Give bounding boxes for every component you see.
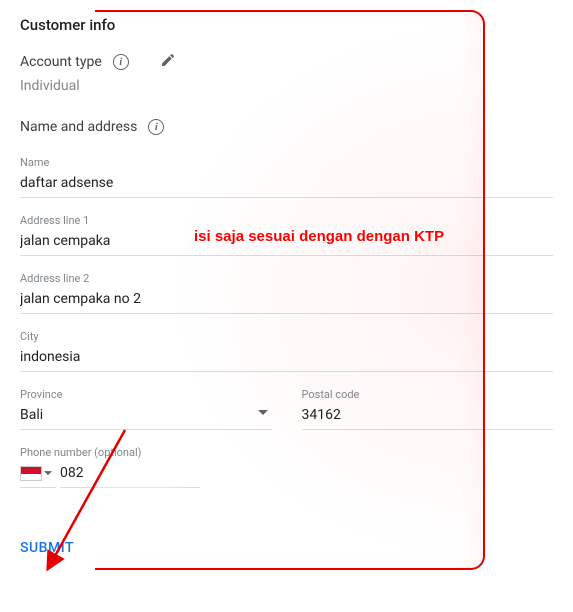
chevron-down-icon — [44, 471, 52, 476]
info-icon[interactable]: i — [147, 118, 165, 136]
name-input[interactable] — [20, 171, 553, 198]
account-type-label: Account type — [20, 54, 102, 70]
province-label: Province — [20, 388, 272, 401]
address2-field: Address line 2 — [20, 272, 553, 314]
address1-field: Address line 1 — [20, 214, 553, 256]
name-address-label: Name and address — [20, 119, 137, 135]
province-select[interactable] — [20, 403, 272, 430]
city-input[interactable] — [20, 345, 553, 372]
address1-input[interactable] — [20, 229, 553, 256]
city-field: City — [20, 330, 553, 372]
postal-field: Postal code — [302, 388, 554, 430]
phone-input[interactable] — [60, 461, 200, 488]
edit-icon[interactable] — [160, 52, 176, 72]
account-type-row: Account type i — [20, 52, 553, 72]
submit-button[interactable]: SUBMIT — [20, 534, 74, 562]
name-label: Name — [20, 156, 553, 169]
name-field: Name — [20, 156, 553, 198]
name-address-header: Name and address i — [20, 118, 553, 136]
phone-field: Phone number (optional) — [20, 446, 230, 488]
flag-icon — [20, 466, 42, 481]
phone-label: Phone number (optional) — [20, 446, 230, 459]
city-label: City — [20, 330, 553, 343]
section-title: Customer info — [20, 16, 553, 34]
postal-input[interactable] — [302, 403, 554, 430]
province-field: Province — [20, 388, 272, 430]
address2-input[interactable] — [20, 287, 553, 314]
address2-label: Address line 2 — [20, 272, 553, 285]
country-flag-selector[interactable] — [20, 466, 56, 488]
address1-label: Address line 1 — [20, 214, 553, 227]
info-icon[interactable]: i — [112, 53, 130, 71]
postal-label: Postal code — [302, 388, 554, 401]
account-type-value: Individual — [20, 78, 553, 94]
